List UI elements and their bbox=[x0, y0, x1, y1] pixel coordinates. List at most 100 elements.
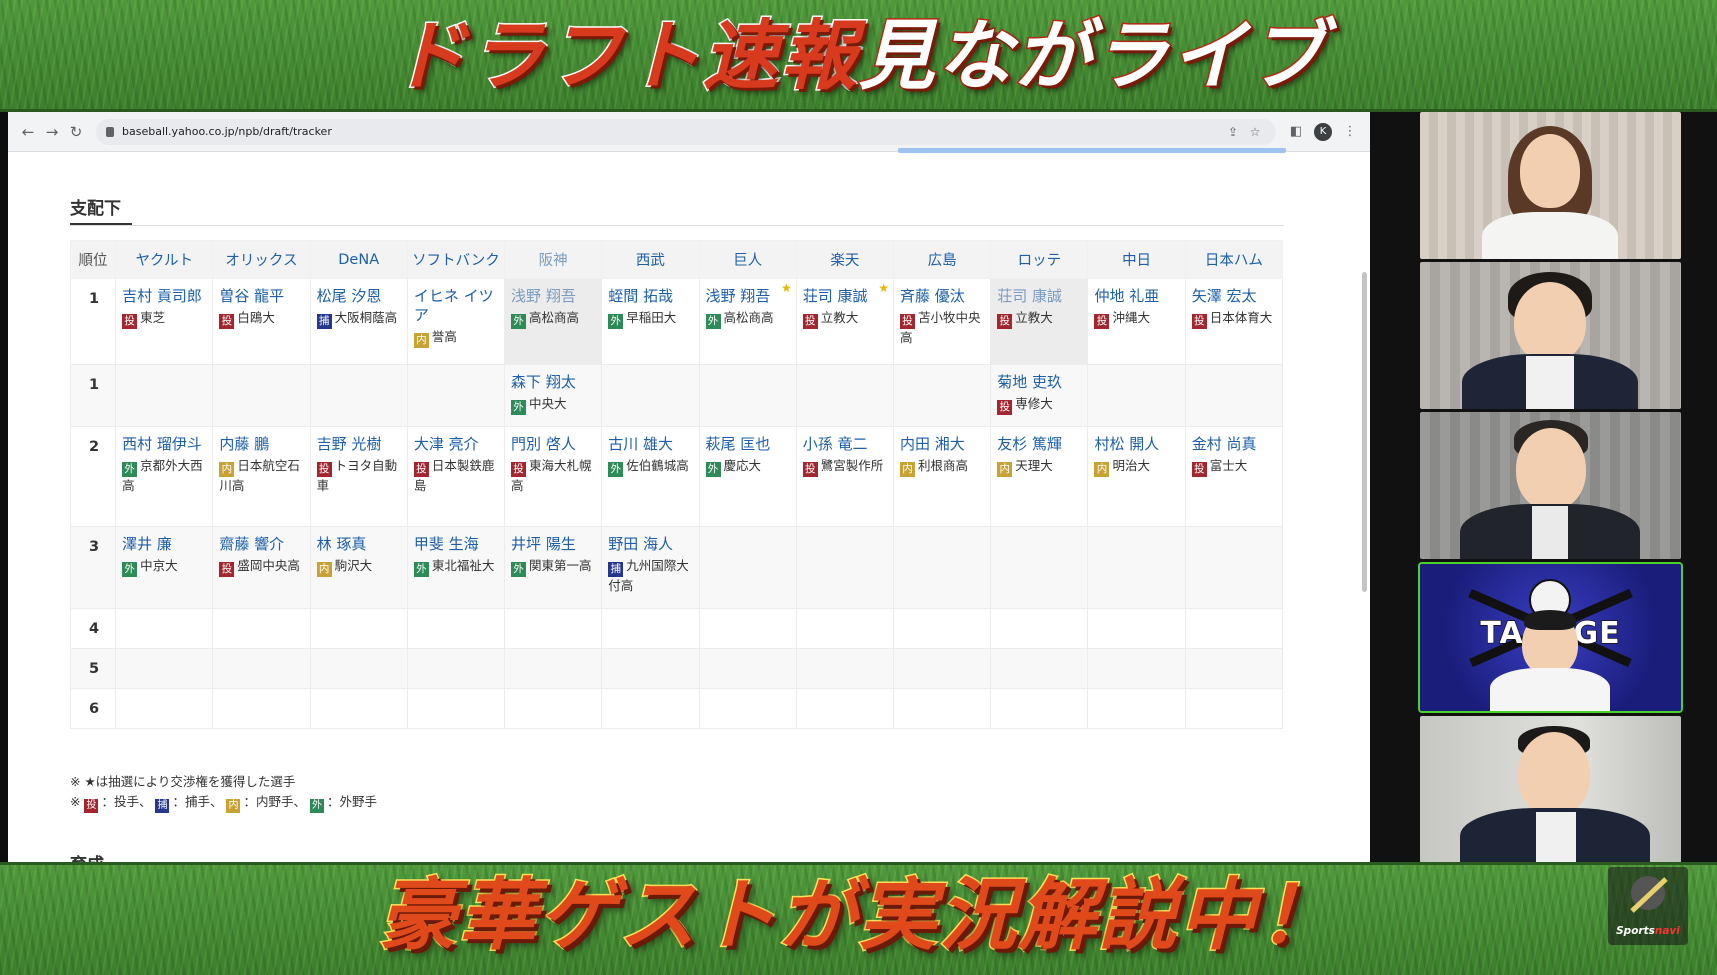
pick-cell bbox=[698, 648, 797, 689]
rank-cell: 2 bbox=[69, 426, 117, 527]
player-name-link[interactable]: 吉野 光樹 bbox=[317, 435, 403, 454]
player-name-link[interactable]: 金村 尚真 bbox=[1192, 435, 1278, 454]
table-row: 4 bbox=[69, 608, 1284, 649]
player-name-link[interactable]: 門別 啓人 bbox=[511, 435, 597, 454]
back-arrow-icon[interactable]: ← bbox=[16, 120, 40, 144]
pitcher-badge: 投 bbox=[1191, 462, 1207, 477]
infield-badge: 内 bbox=[316, 562, 332, 577]
table-header-row: 順位 ヤクルト オリックス DeNA ソフトバンク 阪神 西武 巨人 楽天 広島 ロッテ 中日 日本ハ… bbox=[69, 240, 1284, 279]
player-school: 大阪桐蔭高 bbox=[334, 310, 398, 325]
player-name-link[interactable]: 内藤 鵬 bbox=[219, 435, 305, 454]
rank-cell: 3 bbox=[69, 526, 117, 609]
player-name-link[interactable]: 荘司 康誠 bbox=[803, 287, 889, 306]
player-name-link[interactable]: 大津 亮介 bbox=[414, 435, 500, 454]
pick-cell: 内藤 鵬内日本航空石川高 bbox=[212, 426, 311, 527]
scrollbar-thumb[interactable] bbox=[1362, 272, 1367, 592]
team-header[interactable]: 楽天 bbox=[795, 240, 894, 279]
share-icon[interactable]: ⇪ bbox=[1222, 125, 1244, 139]
team-header[interactable]: ロッテ bbox=[990, 240, 1089, 279]
pick-cell bbox=[990, 648, 1089, 689]
player-name-link[interactable]: 甲斐 生海 bbox=[414, 535, 500, 554]
player-name-link[interactable]: 齋藤 響介 bbox=[219, 535, 305, 554]
pick-cell bbox=[212, 648, 311, 689]
player-name-link[interactable]: 内田 湘大 bbox=[900, 435, 986, 454]
player-name-link[interactable]: 友杉 篤輝 bbox=[997, 435, 1083, 454]
player-name-link[interactable]: 村松 開人 bbox=[1094, 435, 1180, 454]
player-name-link[interactable]: 林 琢真 bbox=[317, 535, 403, 554]
video-tile-participant-3[interactable] bbox=[1420, 412, 1681, 559]
player-name-link[interactable]: 荘司 康誠 bbox=[997, 287, 1083, 306]
player-name-link[interactable]: イヒネ イツア bbox=[414, 287, 500, 325]
video-tile-participant-2[interactable] bbox=[1420, 262, 1681, 409]
pitcher-badge: 投 bbox=[1191, 314, 1207, 329]
video-tile-participant-1[interactable] bbox=[1420, 112, 1681, 259]
table-row: 2 西村 瑠伊斗外京都外大西高 内藤 鵬内日本航空石川高 吉野 光樹投トヨタ自動車 大津… bbox=[69, 426, 1284, 527]
player-name-link[interactable]: 萩尾 匡也 bbox=[706, 435, 792, 454]
star-icon[interactable]: ☆ bbox=[1244, 125, 1266, 139]
team-header[interactable]: 日本ハム bbox=[1184, 240, 1284, 279]
kebab-menu-icon[interactable]: ⋮ bbox=[1338, 124, 1362, 139]
pick-cell: 大津 亮介投日本製鉄鹿島 bbox=[406, 426, 506, 527]
player-name-link[interactable]: 井坪 陽生 bbox=[511, 535, 597, 554]
top-banner-title-white: 見ながライブ bbox=[857, 11, 1327, 100]
url-field[interactable]: baseball.yahoo.co.jp/npb/draft/tracker ⇪… bbox=[96, 118, 1276, 145]
player-name-link[interactable]: 古川 雄大 bbox=[608, 435, 694, 454]
pick-cell bbox=[1087, 688, 1186, 729]
player-name-link[interactable]: 森下 翔太 bbox=[511, 373, 597, 392]
pick-cell bbox=[1087, 608, 1186, 649]
team-header[interactable]: 中日 bbox=[1087, 240, 1186, 279]
player-info: 内利根商高 bbox=[899, 457, 986, 477]
player-name-link[interactable]: 仲地 礼亜 bbox=[1094, 287, 1180, 306]
team-header[interactable]: ヤクルト bbox=[115, 240, 214, 279]
team-header[interactable]: オリックス bbox=[212, 240, 311, 279]
player-name-link[interactable]: 矢澤 宏太 bbox=[1192, 287, 1278, 306]
profile-avatar[interactable]: K bbox=[1314, 122, 1332, 141]
player-info: 内日本航空石川高 bbox=[219, 457, 305, 495]
lock-icon bbox=[106, 126, 114, 137]
team-header[interactable]: ソフトバンク bbox=[406, 240, 506, 279]
team-header[interactable]: 阪神 bbox=[504, 240, 603, 279]
player-name-link[interactable]: 浅野 翔吾 bbox=[706, 287, 792, 306]
pick-cell bbox=[1087, 364, 1186, 427]
team-header[interactable]: DeNA bbox=[309, 240, 408, 279]
player-name-link[interactable]: 松尾 汐恩 bbox=[317, 287, 403, 306]
pick-cell: 齋藤 響介投盛岡中央高 bbox=[212, 526, 311, 609]
video-tile-participant-4[interactable]: TANI GE BASEBALL bbox=[1418, 562, 1683, 713]
pick-cell: 曽谷 龍平投白鴎大 bbox=[212, 278, 311, 365]
player-name-link[interactable]: 浅野 翔吾 bbox=[511, 287, 597, 306]
pick-cell bbox=[309, 648, 408, 689]
forward-arrow-icon[interactable]: → bbox=[40, 120, 64, 144]
player-name-link[interactable]: 澤井 廉 bbox=[122, 535, 208, 554]
player-school: 立教大 bbox=[1015, 310, 1053, 325]
pick-cell bbox=[212, 688, 311, 729]
pick-cell: 吉村 貢司郎投東芝 bbox=[115, 278, 214, 365]
infield-badge: 内 bbox=[226, 799, 241, 813]
pitcher-badge: 投 bbox=[997, 400, 1013, 415]
player-name-link[interactable]: 吉村 貢司郎 bbox=[122, 287, 208, 306]
player-info: 捕九州国際大付高 bbox=[608, 557, 694, 595]
team-header[interactable]: 西武 bbox=[601, 240, 700, 279]
player-name-link[interactable]: 斉藤 優汰 bbox=[900, 287, 986, 306]
outfield-legend-text: ：外野手 bbox=[326, 794, 377, 809]
team-header[interactable]: 広島 bbox=[892, 240, 992, 279]
player-name-link[interactable]: 蛭間 拓哉 bbox=[608, 287, 694, 306]
player-info: 外京都外大西高 bbox=[122, 457, 208, 495]
side-panel-icon[interactable]: ◧ bbox=[1284, 124, 1308, 139]
player-school: 中央大 bbox=[529, 396, 567, 411]
reload-icon[interactable]: ↻ bbox=[64, 120, 88, 144]
player-school: 鷺宮製作所 bbox=[820, 458, 884, 473]
infield-badge: 内 bbox=[413, 333, 429, 348]
team-header[interactable]: 巨人 bbox=[698, 240, 797, 279]
bottom-banner-title: 豪華ゲストが実況解説中！ bbox=[377, 870, 1339, 963]
pitcher-badge: 投 bbox=[997, 314, 1013, 329]
player-name-link[interactable]: 野田 海人 bbox=[608, 535, 694, 554]
player-name-link[interactable]: 小孫 竜二 bbox=[803, 435, 889, 454]
video-tile-participant-5[interactable] bbox=[1420, 716, 1681, 863]
player-name-link[interactable]: 曽谷 龍平 bbox=[219, 287, 305, 306]
player-info: 投日本体育大 bbox=[1191, 309, 1278, 329]
pick-cell: 甲斐 生海外東北福祉大 bbox=[406, 526, 506, 609]
player-name-link[interactable]: 菊地 吏玖 bbox=[997, 373, 1083, 392]
catcher-legend-text: ：捕手、 bbox=[172, 794, 223, 809]
player-name-link[interactable]: 西村 瑠伊斗 bbox=[122, 435, 208, 454]
footnote-star: ※ ★は抽選により交渉権を獲得した選手 bbox=[70, 774, 296, 789]
